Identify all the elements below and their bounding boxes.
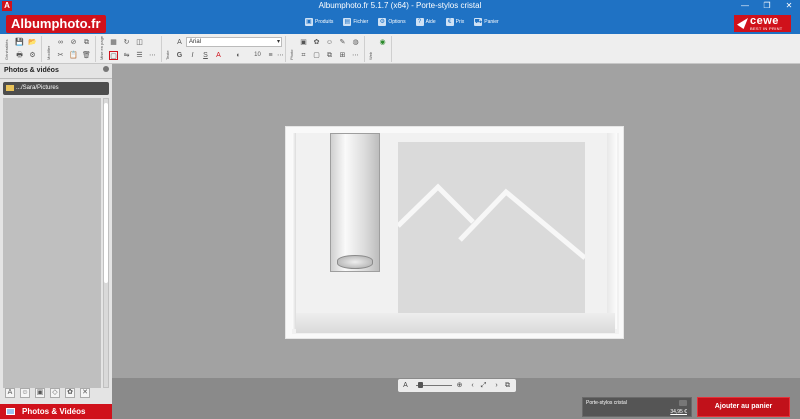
window-title: Albumphoto.fr 5.1.7 (x64) - Porte-stylos… <box>318 1 482 10</box>
menu-products[interactable]: ▣ Produits <box>305 18 333 26</box>
people-tool-icon[interactable]: ☺ <box>20 388 30 398</box>
toolbar-group-web <box>365 36 392 62</box>
products-icon: ▣ <box>305 18 313 26</box>
menu-cart-label: Panier <box>484 19 499 25</box>
photos-tab-icon <box>6 408 15 415</box>
cewe-tagline: BEST IN PRINT <box>750 26 783 31</box>
add-to-cart-button[interactable]: Ajouter au panier <box>697 397 790 417</box>
font-family-select[interactable]: Arial ▾ <box>186 37 282 47</box>
glass-base <box>296 313 615 333</box>
toolbar-group-edit <box>42 36 96 62</box>
cart-icon: ⛟ <box>474 18 483 26</box>
sidebar-title: Photos & vidéos <box>0 64 112 78</box>
clipart-tool-icon[interactable]: ✿ <box>65 388 75 398</box>
cewe-mark-icon <box>737 18 748 29</box>
close-button[interactable]: ✕ <box>778 0 800 13</box>
photos-sidebar: Photos & vidéos .../Sara/Pictures A ☺ ▣ … <box>0 64 112 419</box>
title-bar: A Albumphoto.fr 5.1.7 (x64) - Porte-styl… <box>0 0 800 13</box>
cewe-logo: cewe BEST IN PRINT <box>734 15 791 32</box>
toolbar-group-layout <box>96 36 162 62</box>
tab-photos-videos[interactable]: Photos & Vidéos <box>0 404 112 419</box>
product-name: Porte-stylos cristal <box>586 400 627 406</box>
menu-file-label: Fichier <box>353 19 369 25</box>
maximize-button[interactable]: ❐ <box>756 0 778 13</box>
image-placeholder-icon <box>396 183 587 260</box>
font-family-value: Arial <box>189 39 202 45</box>
chevron-down-icon: ▾ <box>276 39 280 45</box>
zoom-in-icon[interactable]: ⊕ <box>455 381 464 390</box>
page-view-icon[interactable]: ⧉ <box>503 381 512 390</box>
sidebar-divider <box>0 78 112 79</box>
sidebar-tools: A ☺ ▣ ◇ ✿ ✕ <box>3 387 109 399</box>
shape-tool-icon[interactable]: ◇ <box>50 388 60 398</box>
photo-list-scrollbar[interactable] <box>103 98 109 388</box>
toolbar-group-general <box>0 36 42 62</box>
help-icon: ? <box>415 18 424 26</box>
menu-options[interactable]: ⚙ Options <box>378 18 406 26</box>
product-preview[interactable] <box>285 126 624 339</box>
remove-tool-icon[interactable]: ✕ <box>80 388 90 398</box>
zoom-slider-knob[interactable] <box>418 382 423 388</box>
pen-holder-tube <box>330 133 380 272</box>
price-box: Porte-stylos cristal 34,95 € <box>582 397 692 417</box>
menu-price[interactable]: € Prix <box>445 18 465 26</box>
glass-edge-left <box>292 133 296 329</box>
photo-placeholder[interactable] <box>396 142 587 313</box>
zoom-control: A ⊕ ‹ ⤢ › ⧉ <box>398 379 516 392</box>
folder-path[interactable]: .../Sara/Pictures <box>3 82 109 95</box>
menu-file[interactable]: ▤ Fichier <box>343 18 368 26</box>
menu-products-label: Produits <box>315 19 334 25</box>
menu-cart[interactable]: ⛟ Panier <box>474 18 499 26</box>
next-page-icon[interactable]: › <box>492 381 501 390</box>
toolbar: Généralités 💾 📂 🖶 ⚙ Modifier ∞ ⊘ ⧉ ✂ 📋 🗑… <box>0 34 800 64</box>
menu-bar: Albumphoto.fr ▣ Produits ▤ Fichier ⚙ Option… <box>0 13 800 34</box>
menu-price-label: Prix <box>455 19 465 25</box>
minimize-button[interactable]: — <box>734 0 756 13</box>
text-tool-icon[interactable]: A <box>5 388 15 398</box>
toolbar-group-photo <box>286 36 365 62</box>
pen-holder-bottom <box>337 255 373 269</box>
menu-help[interactable]: ? Aide <box>415 18 436 26</box>
fullscreen-icon[interactable]: ⤢ <box>479 381 488 390</box>
options-icon: ⚙ <box>378 18 387 26</box>
file-icon: ▤ <box>343 18 352 26</box>
price-cart-icon <box>679 400 687 406</box>
menu-options-label: Options <box>388 19 406 25</box>
folder-path-label: .../Sara/Pictures <box>16 85 59 91</box>
glass-edge-right <box>607 133 617 329</box>
sidebar-collapse-icon[interactable] <box>103 66 109 72</box>
image-tool-icon[interactable]: ▣ <box>35 388 45 398</box>
main-menu: ▣ Produits ▤ Fichier ⚙ Options ? Aide € Prix … <box>305 18 499 26</box>
product-price[interactable]: 34,95 € <box>670 409 687 415</box>
albumphoto-logo[interactable]: Albumphoto.fr <box>6 15 106 33</box>
text-size-icon[interactable]: A <box>401 381 410 390</box>
menu-help-label: Aide <box>425 19 436 25</box>
folder-icon <box>6 85 14 91</box>
photo-list[interactable] <box>3 98 101 388</box>
price-icon: € <box>445 18 454 26</box>
scrollbar-thumb[interactable] <box>104 103 108 283</box>
previous-page-icon[interactable]: ‹ <box>468 381 477 390</box>
tab-photos-videos-label: Photos & Vidéos <box>22 407 86 416</box>
